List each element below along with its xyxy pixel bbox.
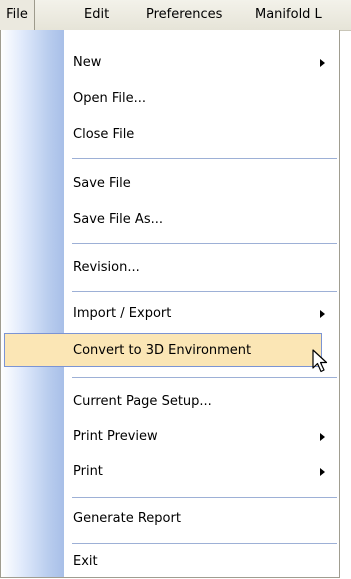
menu-item-label: Import / Export <box>73 306 172 321</box>
menu-item-label: Open File... <box>73 91 147 106</box>
submenu-arrow-icon <box>320 59 325 67</box>
menu-manifold[interactable]: Manifold L <box>255 0 322 30</box>
menu-item-label: New <box>73 55 102 70</box>
menu-item-label: Print Preview <box>73 429 158 444</box>
menu-separator <box>72 543 337 544</box>
menu-separator <box>72 291 337 292</box>
menu-bar: File Edit Preferences Manifold L <box>0 0 351 31</box>
menu-separator <box>72 377 337 378</box>
menu-item-page-setup[interactable]: Current Page Setup... <box>1 385 339 419</box>
submenu-arrow-icon <box>320 468 325 476</box>
menu-item-label: Close File <box>73 127 135 142</box>
menu-item-save-file[interactable]: Save File <box>1 167 339 201</box>
submenu-arrow-icon <box>320 310 325 318</box>
menu-item-label: Current Page Setup... <box>73 394 212 409</box>
menu-item-label: Exit <box>73 554 98 569</box>
menu-item-label: Generate Report <box>73 511 181 526</box>
menu-item-import-export[interactable]: Import / Export <box>1 297 339 331</box>
submenu-arrow-icon <box>320 433 325 441</box>
menu-item-close-file[interactable]: Close File <box>1 118 339 152</box>
menu-item-label: Convert to 3D Environment <box>73 343 252 358</box>
menu-item-generate-report[interactable]: Generate Report <box>1 502 339 536</box>
menu-item-print-preview[interactable]: Print Preview <box>1 420 339 454</box>
menu-item-new[interactable]: New <box>1 46 339 80</box>
mouse-pointer-icon <box>312 349 328 373</box>
menu-item-save-file-as[interactable]: Save File As... <box>1 203 339 237</box>
menu-file[interactable]: File <box>0 0 35 30</box>
menu-separator <box>72 158 337 159</box>
file-dropdown-menu: New Open File... Close File Save File Sa… <box>0 30 340 578</box>
menu-item-label: Save File As... <box>73 212 163 227</box>
menu-item-label: Revision... <box>73 260 140 275</box>
menu-item-open-file[interactable]: Open File... <box>1 82 339 116</box>
menu-preferences[interactable]: Preferences <box>146 0 222 30</box>
menu-item-label: Save File <box>73 176 131 191</box>
menu-item-label: Print <box>73 464 103 479</box>
menu-separator <box>72 243 337 244</box>
menu-edit[interactable]: Edit <box>84 0 109 30</box>
menu-item-print[interactable]: Print <box>1 455 339 489</box>
menu-item-convert-3d[interactable]: Convert to 3D Environment <box>4 333 322 367</box>
menu-separator <box>72 497 337 498</box>
menu-item-exit[interactable]: Exit <box>1 545 339 579</box>
menu-item-revision[interactable]: Revision... <box>1 251 339 285</box>
